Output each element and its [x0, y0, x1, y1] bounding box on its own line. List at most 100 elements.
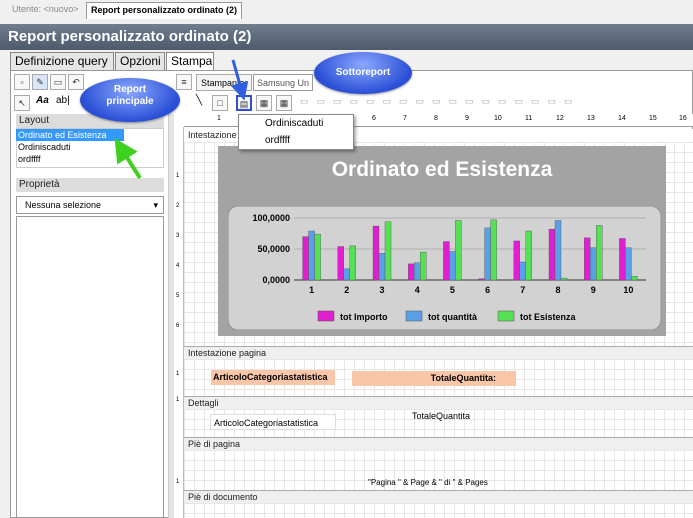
x-tick-label: 2	[344, 285, 349, 295]
chart-bar	[372, 225, 380, 281]
y-tick-label: 50,0000	[257, 244, 290, 254]
legend-label: tot Importo	[340, 312, 388, 322]
chart-bar	[314, 233, 321, 281]
table-icon[interactable]: ▦	[256, 95, 272, 111]
chart-bar	[560, 277, 568, 281]
vruler-tick: 4	[176, 263, 180, 269]
report-title[interactable]: Ordinato ed Esistenza	[218, 158, 666, 182]
section-intestazione-pagina[interactable]: Intestazione pagina	[184, 346, 693, 359]
chart-bar	[449, 251, 456, 281]
ruler-tick: 1	[217, 115, 221, 122]
section-pie-di-documento[interactable]: Piè di documento	[184, 490, 693, 503]
field-header-totale[interactable]: TotaleQuantita:	[352, 371, 516, 386]
vruler-tick: 1	[176, 479, 180, 485]
chart-bar	[590, 247, 597, 281]
tab-stampa[interactable]: Stampa	[166, 52, 214, 71]
doc-tab-utente[interactable]: Utente: <nuovo>	[8, 2, 83, 19]
doc-tab-report[interactable]: Report personalizzato ordinato (2)	[86, 2, 243, 19]
vruler-tick: 1	[176, 371, 180, 377]
chart-bar	[554, 220, 562, 281]
chart-bar	[584, 237, 591, 281]
section-pie-di-pagina[interactable]: Piè di pagina	[184, 437, 693, 450]
ruler-tick: 6	[372, 115, 376, 122]
section-dettagli[interactable]: Dettagli	[184, 396, 693, 409]
subreport-icon[interactable]: ▤	[236, 95, 252, 111]
new-icon[interactable]: ▫	[14, 74, 30, 90]
layout-item[interactable]: ordffff	[18, 153, 41, 165]
callout-report-principale: Report principale	[80, 78, 180, 122]
ruler-tick: 10	[494, 115, 502, 122]
layout-item[interactable]: Ordinato ed Esistenza	[16, 129, 124, 141]
chart-bar	[413, 262, 421, 281]
menu-item-ordffff[interactable]: ordffff	[239, 132, 353, 149]
properties-grid	[16, 216, 164, 518]
chart-bar	[378, 253, 386, 281]
x-tick-label: 9	[591, 285, 596, 295]
ruler-tick: 13	[587, 115, 595, 122]
chart-bar	[302, 236, 309, 281]
x-tick-label: 4	[415, 285, 420, 295]
x-tick-label: 5	[450, 285, 455, 295]
chart-bar	[619, 238, 626, 281]
grid-icon[interactable]: ▦	[276, 95, 292, 111]
x-tick-label: 3	[379, 285, 384, 295]
chart-bar	[484, 227, 491, 281]
rectangle-icon[interactable]: □	[212, 95, 228, 111]
chart-bar	[478, 278, 485, 281]
vruler-tick: 1	[176, 397, 180, 403]
x-tick-label: 1	[309, 285, 314, 295]
ruler-tick: 14	[618, 115, 626, 122]
undo-icon[interactable]: ↶	[68, 74, 84, 90]
vruler-tick: 1	[176, 173, 180, 179]
chart-bar	[548, 228, 556, 281]
field-detail-articolo[interactable]: ArticoloCategoriastatistica	[210, 414, 336, 430]
stampante-label: Stampante:	[196, 74, 252, 91]
menu-item-ordiniscaduti[interactable]: Ordiniscaduti	[239, 115, 353, 132]
legend-swatch	[497, 310, 515, 322]
line-icon[interactable]: ╲	[196, 95, 202, 106]
properties-select[interactable]: Nessuna selezione ▾	[16, 196, 164, 214]
ruler-tick: 12	[556, 115, 564, 122]
chart-bar	[343, 268, 351, 281]
chart-bar	[349, 245, 357, 281]
align-icon[interactable]: ≡	[176, 74, 192, 90]
chart-bar	[308, 230, 315, 281]
vruler-tick: 5	[176, 293, 180, 299]
legend-label: tot Esistenza	[520, 312, 577, 322]
ruler-tick: 11	[525, 115, 533, 122]
tab-definizione-query[interactable]: Definizione query	[10, 52, 114, 71]
textbox-icon[interactable]: ab|	[56, 95, 70, 106]
field-page-number[interactable]: "Pagina " & Page & " di " & Pages	[368, 477, 488, 489]
field-header-articolo[interactable]: ArticoloCategoriastatistica	[211, 370, 335, 385]
chart-bar	[625, 247, 632, 281]
x-tick-label: 6	[485, 285, 490, 295]
layout-item[interactable]: Ordiniscaduti	[18, 141, 71, 153]
chart-bar	[443, 241, 450, 281]
ruler-tick: 16	[679, 115, 687, 122]
edit-icon[interactable]: ✎	[32, 74, 48, 90]
page-title: Report personalizzato ordinato (2)	[0, 24, 693, 50]
open-folder-icon[interactable]: ▭	[50, 74, 66, 90]
vruler-tick: 2	[176, 203, 180, 209]
font-icon[interactable]: Aa	[36, 95, 49, 106]
ruler-tick: 15	[649, 115, 657, 122]
y-tick-label: 100,0000	[252, 213, 290, 223]
chart-bar	[455, 220, 462, 281]
chart[interactable]: 100,0000 50,0000 0,0000 1 2 3 4 5 6 7 8 9 10 tot Impo…	[228, 206, 661, 330]
ruler-tick: 8	[434, 115, 438, 122]
chevron-down-icon: ▾	[153, 200, 158, 210]
field-detail-totale[interactable]: TotaleQuantita	[412, 410, 470, 422]
tab-opzioni[interactable]: Opzioni	[115, 52, 165, 71]
chart-bar	[519, 261, 526, 281]
chart-bar	[419, 251, 427, 281]
chart-bar	[596, 225, 603, 281]
application-window: Utente: <nuovo> Report personalizzato or…	[0, 0, 693, 518]
x-tick-label: 7	[520, 285, 525, 295]
chart-bar	[337, 246, 345, 281]
vruler-tick: 3	[176, 233, 180, 239]
chart-bar	[525, 230, 532, 281]
alignment-toolbar: ▭▭▭▭▭▭▭▭▭▭▭▭▭▭▭▭▭	[300, 96, 581, 106]
chart-bar	[513, 240, 520, 281]
printer-select[interactable]: Samsung Un	[253, 74, 313, 91]
pointer-icon[interactable]: ↖	[14, 95, 30, 111]
